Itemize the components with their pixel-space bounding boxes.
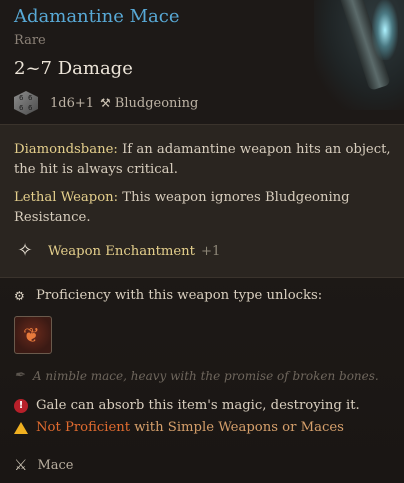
die-face-label: 6	[28, 104, 33, 112]
flavor-text-row: ✒ A nimble mace, heavy with the promise …	[14, 368, 379, 383]
property-diamondsbane[interactable]: Diamondsbane: If an adamantine weapon hi…	[14, 140, 394, 180]
enchantment-label: Weapon Enchantment	[48, 243, 195, 259]
gear-icon: ⚙	[14, 288, 25, 303]
weapon-type: Mace	[37, 457, 74, 473]
proficiency-unlock-text: Proficiency with this weapon type unlock…	[36, 288, 323, 303]
anvil-sparkle-icon: ✧	[17, 240, 33, 261]
property-name: Lethal Weapon:	[14, 190, 119, 205]
die-face-label: 6	[19, 94, 24, 102]
item-damage: 2~7 Damage	[14, 58, 133, 79]
absorb-note: ! Gale can absorb this item's magic, des…	[14, 398, 360, 413]
exclamation-icon: !	[14, 398, 28, 413]
hammer-icon: ⚒	[100, 96, 111, 110]
item-rarity: Rare	[14, 33, 46, 48]
damage-dice-row: 6 6 6 6 1d6+1 ⚒ Bludgeoning	[14, 88, 198, 118]
weapon-type-row: ⚔ Mace	[14, 456, 74, 474]
crossed-weapons-icon: ⚔	[14, 456, 28, 474]
dragon-glyph-icon: ❦	[23, 323, 40, 347]
item-art	[314, 0, 404, 110]
property-name: Diamondsbane:	[14, 142, 118, 157]
proficiency-warning-detail: with Simple Weapons or Maces	[134, 420, 344, 435]
absorb-note-text: Gale can absorb this item's magic, destr…	[36, 398, 360, 413]
mace-glow	[372, 0, 398, 60]
property-lethal-weapon[interactable]: Lethal Weapon: This weapon ignores Bludg…	[14, 188, 394, 228]
tooltip-panel: Adamantine Mace Rare 2~7 Damage 6 6 6 6 …	[0, 0, 404, 483]
enchantment-bonus: +1	[200, 243, 221, 259]
damage-dice: 1d6+1	[50, 95, 95, 111]
die-face-label: 6	[19, 104, 24, 112]
item-name: Adamantine Mace	[14, 6, 180, 27]
warning-triangle-icon	[14, 421, 28, 434]
damage-type: Bludgeoning	[114, 95, 199, 111]
d6-die-icon: 6 6 6 6	[14, 91, 38, 115]
flavor-text: A nimble mace, heavy with the promise of…	[32, 368, 379, 383]
die-face-label: 6	[28, 94, 33, 102]
weapon-action-icon[interactable]: ❦	[14, 316, 52, 354]
feather-icon: ✒	[14, 368, 25, 383]
proficiency-warning: Not Proficient with Simple Weapons or Ma…	[14, 420, 344, 435]
not-proficient-label: Not Proficient	[36, 420, 131, 435]
proficiency-unlock: ⚙ Proficiency with this weapon type unlo…	[14, 288, 322, 303]
weapon-enchantment[interactable]: ✧ Weapon Enchantment +1	[14, 238, 220, 264]
